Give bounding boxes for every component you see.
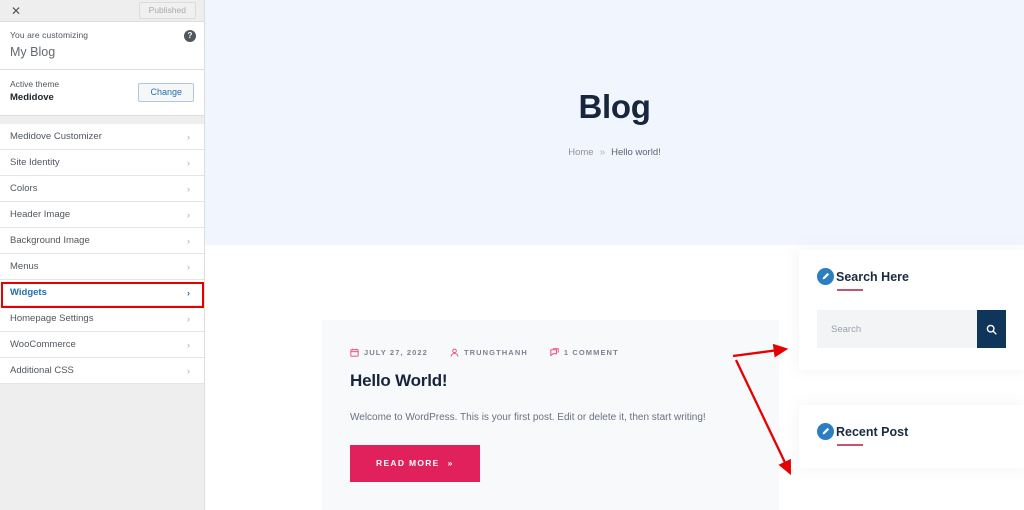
chevron-right-icon: › <box>187 261 190 272</box>
chevron-right-icon: › <box>187 287 190 298</box>
breadcrumb-home[interactable]: Home <box>568 147 593 158</box>
customizer-header: You are customizing My Blog ? <box>0 22 204 70</box>
sidebar-item-label: Additional CSS <box>10 365 74 377</box>
sidebar-item-label: Menus <box>10 261 39 273</box>
site-title: My Blog <box>10 45 56 59</box>
sidebar-widgets: Search Here Search Recent Post <box>799 250 1024 468</box>
post-excerpt: Welcome to WordPress. This is your first… <box>350 412 706 423</box>
post-title[interactable]: Hello World! <box>350 371 749 391</box>
read-more-label: READ MORE <box>376 458 440 468</box>
site-preview: Blog Home » Hello world! JULY 27, 2022 T… <box>205 0 1024 510</box>
sidebar-item-background-image[interactable]: Background Image › <box>0 228 204 255</box>
sidebar-item-widgets[interactable]: Widgets › <box>0 280 204 307</box>
sidebar-item-label: WooCommerce <box>10 339 76 351</box>
chevron-right-icon: › <box>187 183 190 194</box>
widget-title-underline <box>837 289 863 291</box>
breadcrumb: Home » Hello world! <box>568 147 661 158</box>
sidebar-item-label: Colors <box>10 183 38 195</box>
breadcrumb-separator-icon: » <box>599 146 606 158</box>
read-more-button[interactable]: READ MORE » <box>350 445 480 482</box>
active-theme-label: Active theme <box>10 79 60 89</box>
chevron-right-icon: › <box>187 313 190 324</box>
post-comments-text: 1 COMMENT <box>563 348 619 357</box>
sidebar-empty-area <box>0 384 204 510</box>
post-comments: 1 COMMENT <box>550 348 619 357</box>
page-hero: Blog Home » Hello world! <box>205 0 1024 245</box>
preview-content: JULY 27, 2022 TRUNGTHANH 1 COMMENT Hello… <box>205 245 1024 510</box>
widget-title: Recent Post <box>836 424 909 439</box>
sidebar-item-header-image[interactable]: Header Image › <box>0 202 204 229</box>
double-chevron-right-icon: » <box>447 458 454 468</box>
search-icon <box>986 324 997 335</box>
page-title: Blog <box>578 87 651 125</box>
post-card: JULY 27, 2022 TRUNGTHANH 1 COMMENT Hello… <box>322 320 779 510</box>
customizer-section-list: Medidove Customizer › Site Identity › Co… <box>0 124 204 385</box>
sidebar-item-homepage-settings[interactable]: Homepage Settings › <box>0 306 204 333</box>
sidebar-item-woocommerce[interactable]: WooCommerce › <box>0 332 204 359</box>
sidebar-item-medidove-customizer[interactable]: Medidove Customizer › <box>0 124 204 151</box>
sidebar-item-label: Site Identity <box>10 157 60 169</box>
widget-search-here: Search Here <box>799 250 1024 370</box>
comment-icon <box>550 348 559 357</box>
publish-button[interactable]: Published <box>138 2 196 19</box>
chevron-right-icon: › <box>187 157 190 168</box>
pencil-icon[interactable] <box>817 268 834 285</box>
sidebar-item-additional-css[interactable]: Additional CSS › <box>0 358 204 385</box>
customizer-topbar: ✕ Published <box>0 0 204 22</box>
chevron-right-icon: › <box>187 339 190 350</box>
search-submit-button[interactable] <box>977 310 1006 348</box>
sidebar-item-label: Homepage Settings <box>10 313 94 325</box>
widget-title: Search Here <box>836 269 909 284</box>
customizer-sidebar: ✕ Published You are customizing My Blog … <box>0 0 205 510</box>
widget-header: Recent Post <box>817 423 1006 440</box>
sidebar-item-menus[interactable]: Menus › <box>0 254 204 281</box>
chevron-right-icon: › <box>187 131 190 142</box>
active-theme-name: Medidove <box>10 92 54 104</box>
search-form <box>817 310 1006 348</box>
customizer-screen: ✕ Published You are customizing My Blog … <box>0 0 1024 510</box>
widget-header: Search Here <box>817 268 1006 285</box>
sidebar-item-label: Header Image <box>10 209 71 221</box>
sidebar-item-label: Background Image <box>10 235 90 247</box>
close-icon[interactable]: ✕ <box>9 5 23 17</box>
search-input[interactable] <box>817 310 977 348</box>
chevron-right-icon: › <box>187 235 190 246</box>
breadcrumb-current: Hello world! <box>611 146 661 158</box>
active-theme-row: Active theme Medidove Change <box>0 70 204 117</box>
post-date: JULY 27, 2022 <box>350 348 428 357</box>
sidebar-item-label: Widgets <box>10 287 47 299</box>
post-author: TRUNGTHANH <box>450 348 528 357</box>
widget-recent-post: Recent Post <box>799 405 1024 468</box>
sidebar-item-colors[interactable]: Colors › <box>0 176 204 203</box>
widget-title-underline <box>837 444 863 446</box>
pencil-icon[interactable] <box>817 423 834 440</box>
post-date-text: JULY 27, 2022 <box>364 348 428 357</box>
panel-divider <box>0 116 204 125</box>
post-author-text: TRUNGTHANH <box>463 348 528 357</box>
calendar-icon <box>350 348 359 357</box>
user-icon <box>450 348 459 357</box>
post-meta: JULY 27, 2022 TRUNGTHANH 1 COMMENT <box>350 348 749 357</box>
change-theme-button[interactable]: Change <box>138 82 194 102</box>
chevron-right-icon: › <box>187 209 190 220</box>
help-icon[interactable]: ? <box>184 30 196 42</box>
customizing-label: You are customizing <box>10 30 89 40</box>
sidebar-item-label: Medidove Customizer <box>10 131 102 143</box>
sidebar-item-site-identity[interactable]: Site Identity › <box>0 150 204 177</box>
chevron-right-icon: › <box>187 365 190 376</box>
